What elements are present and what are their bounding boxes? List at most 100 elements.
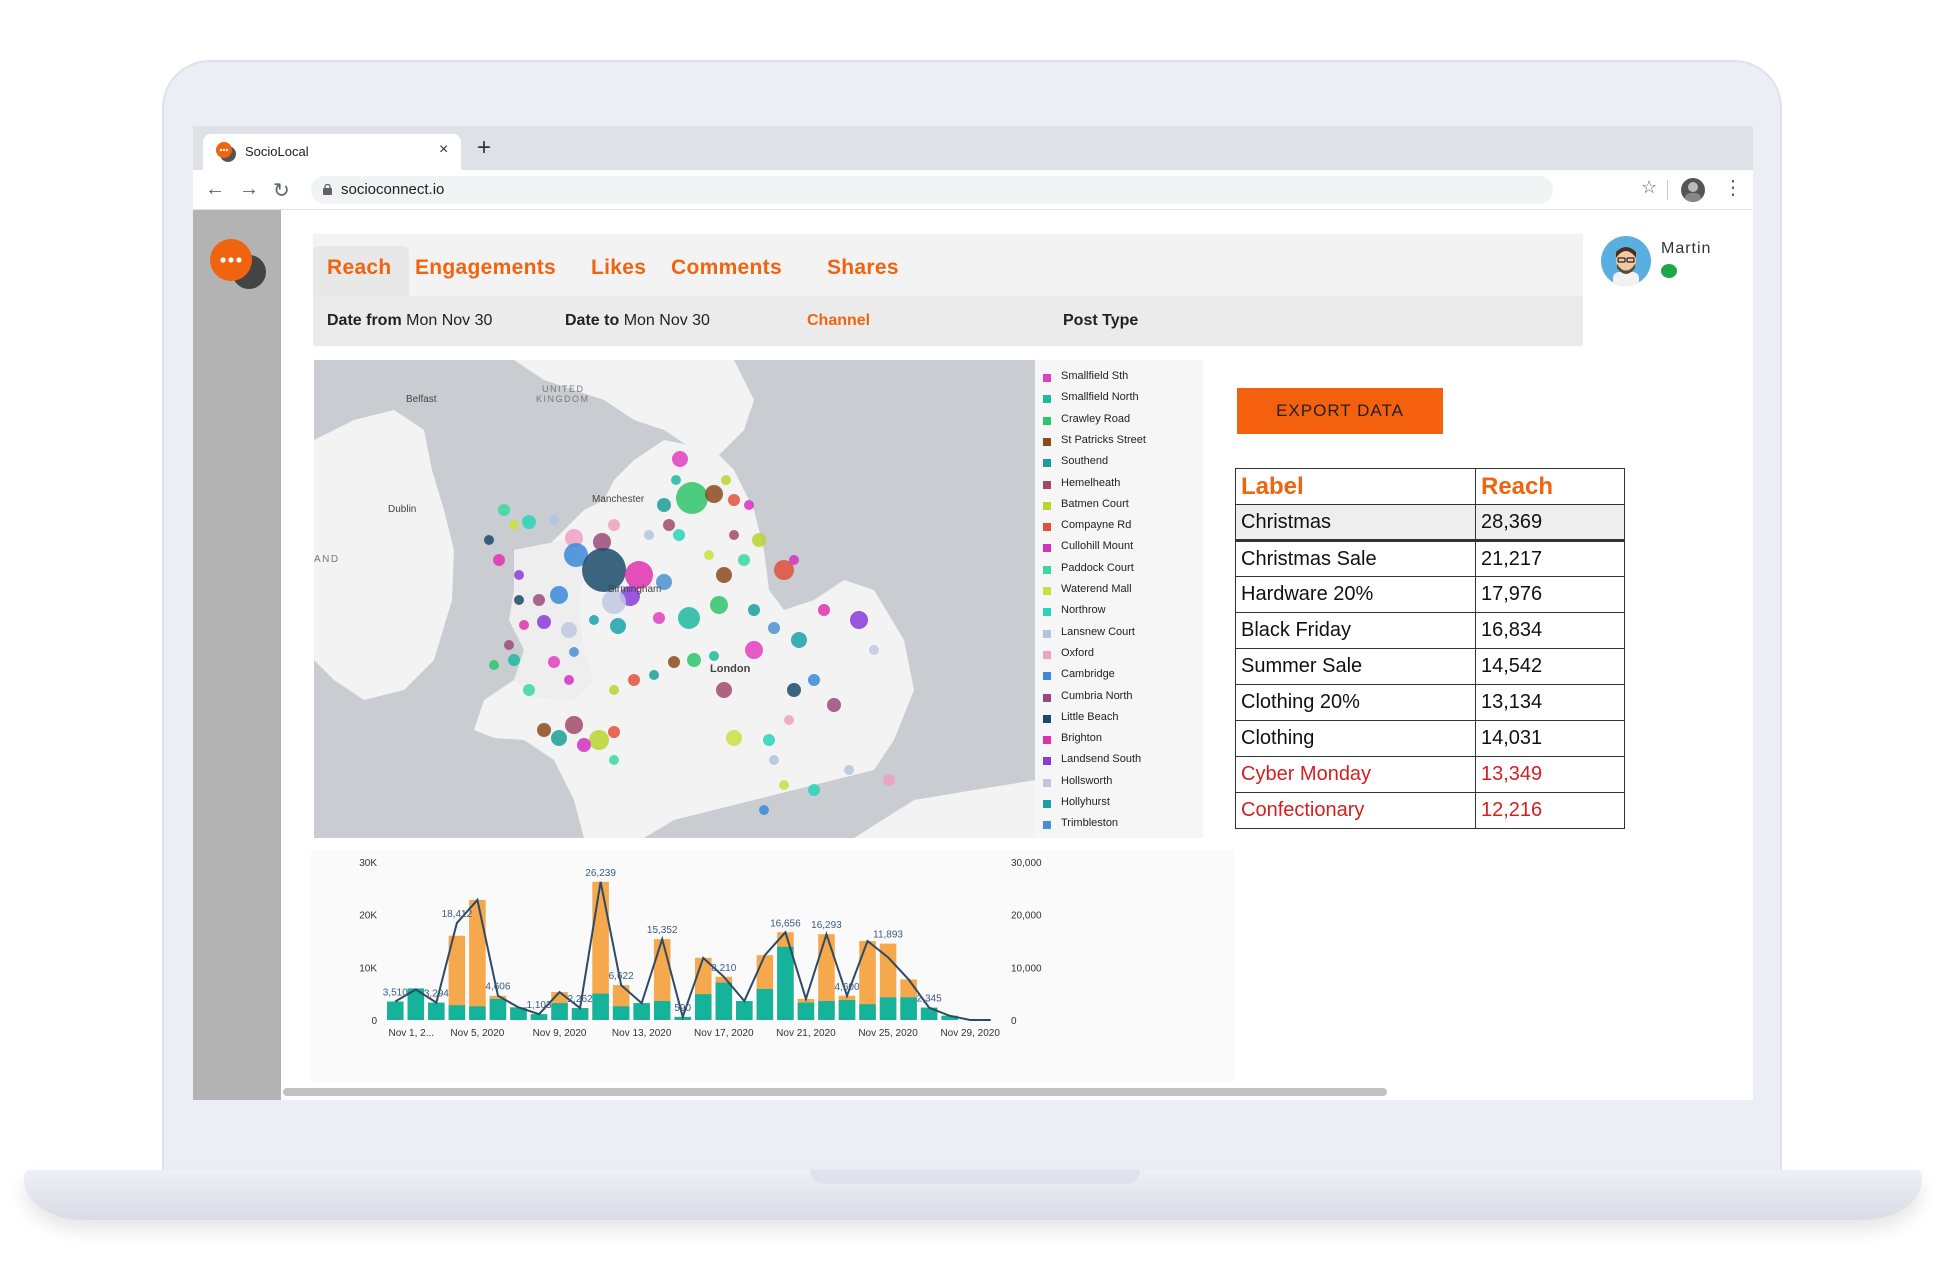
reach-bubble[interactable] [763, 734, 775, 746]
reach-bubble[interactable] [883, 774, 895, 786]
reach-bubble[interactable] [808, 784, 820, 796]
table-row[interactable]: Christmas 28,369 [1235, 504, 1625, 541]
sociolocal-logo-icon[interactable] [205, 236, 271, 292]
reach-bubble[interactable] [549, 515, 559, 525]
reach-bubble[interactable] [748, 604, 760, 616]
table-row[interactable]: Black Friday 16,834 [1235, 612, 1625, 649]
reach-bubble[interactable] [716, 567, 732, 583]
reach-bubble[interactable] [844, 765, 854, 775]
reach-bubble[interactable] [548, 656, 560, 668]
reach-bubble[interactable] [589, 730, 609, 750]
table-row[interactable]: Hardware 20% 17,976 [1235, 576, 1625, 613]
reach-bubble[interactable] [514, 570, 524, 580]
reach-bubble[interactable] [784, 715, 794, 725]
reach-bubble[interactable] [827, 698, 841, 712]
user-avatar[interactable] [1601, 236, 1651, 286]
reach-bubble[interactable] [484, 535, 494, 545]
reach-bubble[interactable] [672, 451, 688, 467]
back-icon[interactable]: ← [205, 178, 225, 201]
forward-icon[interactable]: → [239, 178, 259, 201]
reach-bubble[interactable] [608, 726, 620, 738]
reach-bubble[interactable] [519, 620, 529, 630]
bar-teal[interactable] [571, 1008, 589, 1020]
reach-bubble[interactable] [608, 519, 620, 531]
reach-bubble[interactable] [745, 641, 763, 659]
browser-profile-avatar[interactable] [1681, 178, 1705, 202]
table-row[interactable]: Confectionary 12,216 [1235, 792, 1625, 829]
reach-bubble[interactable] [791, 632, 807, 648]
reach-bubble[interactable] [610, 618, 626, 634]
reach-bubble[interactable] [850, 611, 868, 629]
bar-teal[interactable] [736, 1001, 753, 1020]
reach-bubble[interactable] [779, 780, 789, 790]
reach-bubble[interactable] [709, 651, 719, 661]
tab-likes[interactable]: Likes [591, 256, 646, 280]
bar-teal[interactable] [592, 993, 609, 1020]
reach-bubble[interactable] [649, 670, 659, 680]
bar-teal[interactable] [551, 1003, 568, 1020]
reach-bubble[interactable] [498, 504, 510, 516]
address-bar[interactable]: socioconnect.io ☆ [311, 176, 1657, 204]
reach-bubble[interactable] [671, 475, 681, 485]
reach-bubble[interactable] [569, 647, 579, 657]
reach-bubble[interactable] [676, 482, 708, 514]
reach-bubble[interactable] [561, 622, 577, 638]
reach-bubble[interactable] [564, 675, 574, 685]
reach-bubble[interactable] [509, 520, 519, 530]
bar-teal[interactable] [387, 1001, 404, 1020]
tab-engagements[interactable]: Engagements [415, 256, 556, 280]
bar-teal[interactable] [428, 1002, 445, 1020]
date-to-filter[interactable]: Date to Mon Nov 30 [565, 312, 710, 330]
reach-bubble[interactable] [728, 494, 740, 506]
export-data-button[interactable]: EXPORT DATA [1237, 388, 1443, 434]
bar-teal[interactable] [777, 946, 794, 1020]
reach-map[interactable]: Belfast UNITED KINGDOM Dublin Manchester… [314, 360, 1036, 838]
reach-bubble[interactable] [537, 723, 551, 737]
reach-bubble[interactable] [726, 730, 742, 746]
reach-bubble[interactable] [489, 660, 499, 670]
bar-teal[interactable] [653, 1001, 671, 1020]
reach-bubble[interactable] [550, 586, 568, 604]
reach-bubble[interactable] [710, 596, 728, 614]
reach-bubble[interactable] [808, 674, 820, 686]
bar-teal[interactable] [797, 1002, 815, 1020]
reach-bubble[interactable] [504, 640, 514, 650]
bar-teal[interactable] [715, 982, 733, 1020]
reach-bubble[interactable] [705, 485, 723, 503]
bookmark-star-icon[interactable]: ☆ [1641, 177, 1657, 198]
tab-shares[interactable]: Shares [827, 256, 899, 280]
table-row[interactable]: Christmas Sale 21,217 [1235, 539, 1625, 577]
bar-teal[interactable] [489, 998, 507, 1020]
channel-filter[interactable]: Channel [807, 312, 870, 330]
reach-bubble[interactable] [752, 533, 766, 547]
reach-bubble[interactable] [818, 604, 830, 616]
table-row[interactable]: Cyber Monday 13,349 [1235, 756, 1625, 793]
reach-bubble[interactable] [759, 805, 769, 815]
reach-bubble[interactable] [653, 612, 665, 624]
table-row[interactable]: Summer Sale 14,542 [1235, 648, 1625, 685]
map-canvas[interactable]: Belfast UNITED KINGDOM Dublin Manchester… [314, 360, 1036, 838]
reach-bubble[interactable] [729, 530, 739, 540]
table-row[interactable]: Clothing 20% 13,134 [1235, 684, 1625, 721]
bar-teal[interactable] [859, 1004, 876, 1020]
bar-teal[interactable] [612, 1006, 630, 1020]
horizontal-scrollbar[interactable] [283, 1088, 1387, 1096]
bar-teal[interactable] [695, 994, 712, 1020]
reach-bubble[interactable] [523, 684, 535, 696]
reach-bubble[interactable] [704, 550, 714, 560]
bar-teal[interactable] [633, 1003, 650, 1020]
reach-bubble[interactable] [493, 554, 505, 566]
reach-bubble[interactable] [533, 594, 545, 606]
tab-comments[interactable]: Comments [671, 256, 782, 280]
reach-bubble[interactable] [738, 554, 750, 566]
reach-bubble[interactable] [609, 685, 619, 695]
reach-bubble[interactable] [789, 555, 799, 565]
post-type-filter[interactable]: Post Type [1063, 312, 1138, 330]
bar-teal[interactable] [448, 1005, 466, 1020]
bar-teal[interactable] [879, 997, 897, 1020]
reach-bubble[interactable] [522, 515, 536, 529]
reach-bubble[interactable] [687, 653, 701, 667]
reach-bubble[interactable] [565, 716, 583, 734]
browser-menu-icon[interactable]: ⋮ [1723, 175, 1743, 200]
reach-bubble[interactable] [869, 645, 879, 655]
